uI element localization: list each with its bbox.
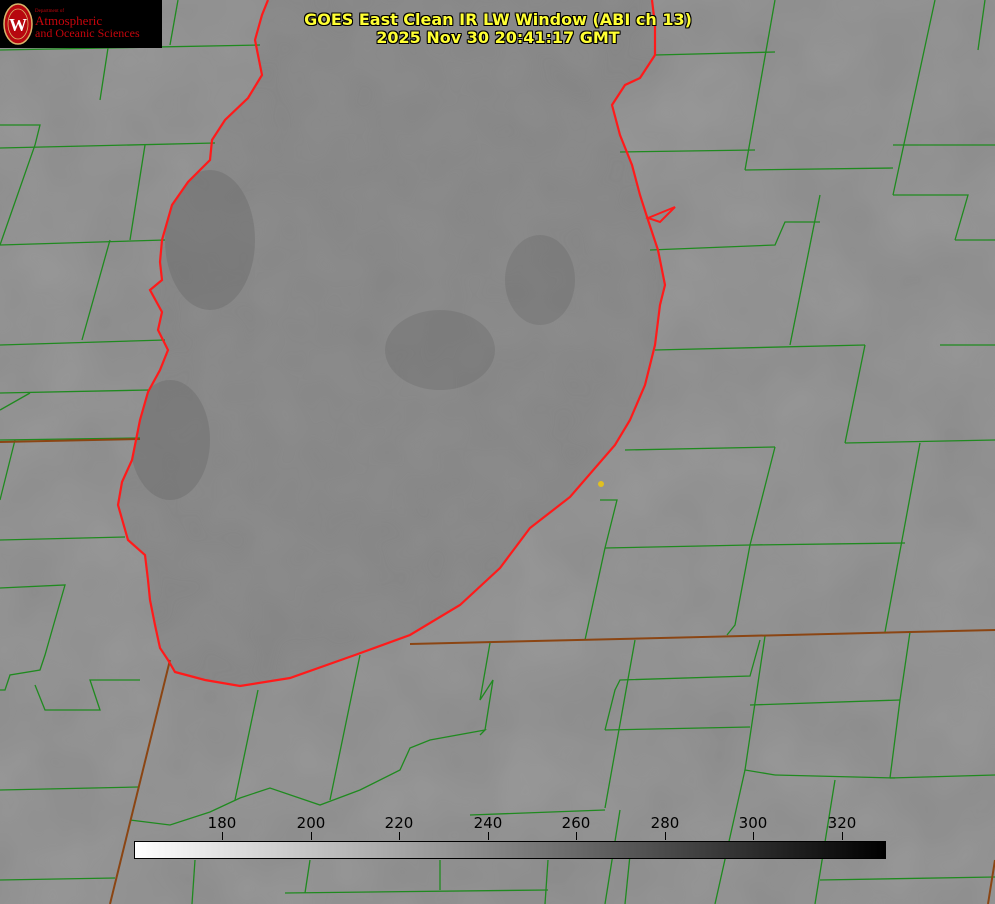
colorbar-tick-mark [576,832,577,840]
colorbar-tick-label: 280 [650,814,680,832]
colorbar-tick-label: 220 [384,814,414,832]
uw-aos-logo: W Department of Atmospheric and Oceanic … [0,0,162,48]
colorbar-tick-label: 200 [296,814,326,832]
colorbar-tick-mark [753,832,754,840]
logo-name-line2: and Oceanic Sciences [35,26,140,40]
colorbar-tick-mark [222,832,223,840]
colorbar-tick-label: 300 [738,814,768,832]
darker-cloud-patch [385,310,495,390]
colorbar-tick-mark [665,832,666,840]
colorbar-tick-label: 260 [561,814,591,832]
uw-crest-icon: W [3,3,33,45]
temperature-colorbar [134,841,886,859]
colorbar-tick-mark [488,832,489,840]
darker-cloud-patch [505,235,575,325]
colorbar-tick-mark [311,832,312,840]
colorbar-tick-mark [842,832,843,840]
title-product: GOES East Clean IR LW Window (ABI ch 13) [304,10,692,29]
title-timestamp: 2025 Nov 30 20:41:17 GMT [376,28,620,47]
satellite-image-frame: W Department of Atmospheric and Oceanic … [0,0,995,904]
map-canvas [0,0,995,904]
colorbar-tick-label: 180 [207,814,237,832]
colorbar-tick-label: 320 [827,814,857,832]
station-marker [598,481,604,487]
colorbar-tick-label: 240 [473,814,503,832]
image-title: GOES East Clean IR LW Window (ABI ch 13)… [290,11,706,47]
colorbar-tick-mark [399,832,400,840]
svg-text:W: W [9,15,27,35]
